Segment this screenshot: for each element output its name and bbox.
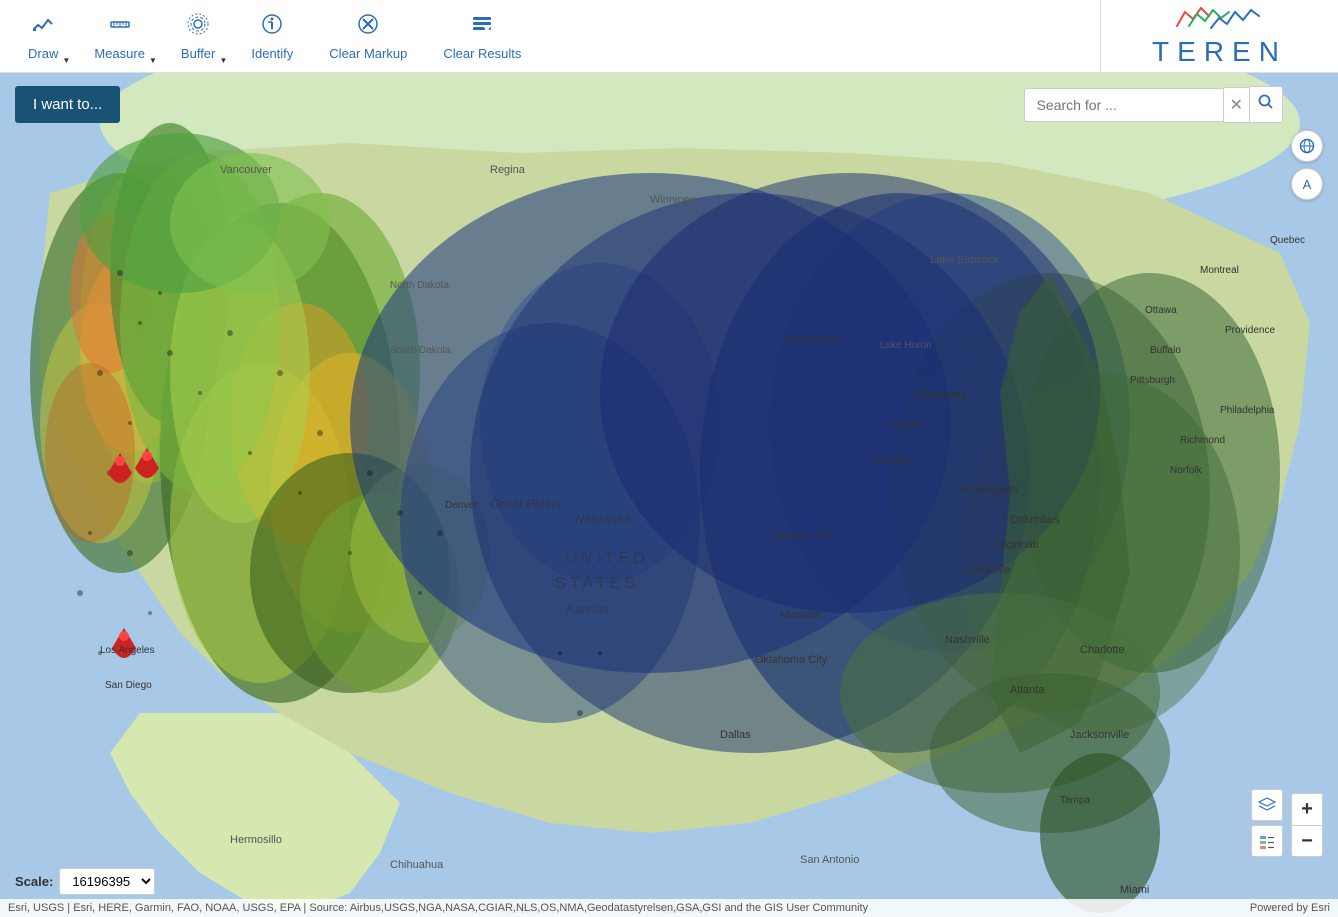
svg-text:Chicago: Chicago (870, 454, 910, 466)
globe-button[interactable] (1291, 130, 1323, 162)
legend-icon (1258, 832, 1276, 850)
measure-label: Measure (94, 46, 145, 61)
svg-text:Hermosillo: Hermosillo (230, 834, 282, 846)
svg-text:San Diego: San Diego (105, 680, 152, 691)
map-controls: A (1291, 130, 1323, 200)
svg-text:Indianapolis: Indianapolis (960, 484, 1019, 496)
search-input[interactable] (1024, 88, 1224, 122)
svg-text:Denver: Denver (445, 500, 478, 511)
clear-markup-icon (356, 12, 380, 42)
svg-text:Louisville: Louisville (965, 564, 1010, 576)
svg-text:Norfolk: Norfolk (1170, 465, 1203, 476)
buffer-arrow: ▼ (219, 56, 227, 65)
buffer-label: Buffer (181, 46, 215, 61)
svg-text:Jacksonville: Jacksonville (1070, 729, 1129, 741)
svg-text:Kansas: Kansas (566, 601, 610, 616)
svg-text:Lake Huron: Lake Huron (880, 340, 932, 351)
legend-button[interactable] (1251, 825, 1283, 857)
svg-text:Miami: Miami (1120, 884, 1149, 896)
clear-markup-button[interactable]: Clear Markup (311, 4, 425, 69)
draw-button[interactable]: Draw ▼ (10, 4, 76, 69)
identify-button[interactable]: Identify (233, 4, 311, 69)
wave-lines-icon (1175, 4, 1265, 32)
draw-label: Draw (28, 46, 58, 61)
svg-text:Great Plains: Great Plains (490, 496, 562, 511)
svg-text:Vancouver: Vancouver (220, 164, 272, 176)
svg-text:Oklahoma City: Oklahoma City (755, 654, 828, 666)
svg-text:Atlanta: Atlanta (1010, 684, 1045, 696)
measure-arrow: ▼ (149, 56, 157, 65)
svg-text:Cincinnati: Cincinnati (990, 539, 1038, 551)
bottom-map-buttons (1251, 789, 1283, 857)
svg-text:North Dakota: North Dakota (390, 280, 449, 291)
zoom-out-button[interactable]: − (1291, 825, 1323, 857)
svg-text:Nebraska: Nebraska (575, 511, 631, 526)
svg-text:UNITED: UNITED (565, 550, 649, 567)
svg-text:Kansas City: Kansas City (775, 529, 834, 541)
clear-results-button[interactable]: Clear Results (425, 4, 539, 69)
attribution-bar: Esri, USGS | Esri, HERE, Garmin, FAO, NO… (0, 899, 1338, 917)
identify-label: Identify (251, 46, 293, 61)
svg-text:Columbus: Columbus (1010, 514, 1060, 526)
measure-button[interactable]: Measure ▼ (76, 4, 163, 69)
scale-bar: Scale: 161963958000000400000020000001000… (15, 868, 155, 895)
svg-text:Charlotte: Charlotte (1080, 644, 1125, 656)
svg-text:Dallas: Dallas (720, 729, 751, 741)
teren-logo: TEREN (1152, 4, 1287, 68)
search-submit-button[interactable] (1250, 86, 1283, 123)
svg-text:Regina: Regina (490, 164, 526, 176)
svg-text:Pittsburgh: Pittsburgh (1130, 375, 1175, 386)
attribution-right: Powered by Esri (1250, 902, 1330, 914)
i-want-to-button[interactable]: I want to... (15, 86, 120, 123)
search-clear-button[interactable]: ✕ (1224, 87, 1250, 123)
layers-button[interactable] (1251, 789, 1283, 821)
draw-arrow: ▼ (62, 56, 70, 65)
clear-markup-label: Clear Markup (329, 46, 407, 61)
svg-text:Milwaukee: Milwaukee (915, 389, 967, 401)
svg-text:Detroit: Detroit (890, 419, 922, 431)
svg-text:Quebec: Quebec (1270, 235, 1305, 246)
svg-text:Chihuahua: Chihuahua (390, 859, 444, 871)
logo-text: TEREN (1152, 36, 1287, 68)
svg-text:Providence: Providence (1225, 325, 1275, 336)
measure-icon (108, 12, 132, 42)
svg-text:Minneapolis: Minneapolis (785, 334, 844, 346)
svg-text:Lake Superior: Lake Superior (930, 254, 999, 266)
identify-icon (260, 12, 284, 42)
compass-button[interactable]: A (1291, 168, 1323, 200)
map-container[interactable]: Minneapolis Milwaukee Detroit Chicago In… (0, 73, 1338, 917)
layers-icon (1258, 796, 1276, 814)
draw-icon (31, 12, 55, 42)
svg-text:San Antonio: San Antonio (800, 854, 859, 866)
clear-results-label: Clear Results (443, 46, 521, 61)
svg-text:South Dakota: South Dakota (390, 345, 451, 356)
zoom-in-button[interactable]: + (1291, 793, 1323, 825)
buffer-icon (186, 12, 210, 42)
logo-area: TEREN (1100, 0, 1338, 73)
compass-icon: A (1303, 177, 1312, 192)
svg-text:Nashville: Nashville (945, 634, 990, 646)
svg-text:Winnipeg: Winnipeg (650, 194, 696, 206)
svg-text:Tampa: Tampa (1060, 795, 1090, 806)
scale-select[interactable]: 161963958000000400000020000001000000 (59, 868, 155, 895)
search-icon (1258, 94, 1274, 110)
zoom-controls: + − (1291, 793, 1323, 857)
attribution-left: Esri, USGS | Esri, HERE, Garmin, FAO, NO… (8, 902, 868, 914)
svg-text:Ottawa: Ottawa (1145, 305, 1177, 316)
clear-results-icon (470, 12, 494, 42)
svg-text:Los Angeles: Los Angeles (100, 645, 155, 656)
svg-text:Buffalo: Buffalo (1150, 345, 1181, 356)
globe-icon (1299, 138, 1315, 154)
svg-text:Philadelphia: Philadelphia (1220, 405, 1275, 416)
scale-label: Scale: (15, 874, 53, 889)
toolbar: Draw ▼ Measure ▼ Buffer ▼ (0, 0, 1100, 73)
svg-text:Montreal: Montreal (1200, 265, 1239, 276)
buffer-button[interactable]: Buffer ▼ (163, 4, 233, 69)
svg-text:Missouri: Missouri (780, 609, 821, 621)
search-container: ✕ (1024, 86, 1283, 123)
svg-text:STATES: STATES (555, 575, 639, 592)
svg-text:Richmond: Richmond (1180, 435, 1225, 446)
